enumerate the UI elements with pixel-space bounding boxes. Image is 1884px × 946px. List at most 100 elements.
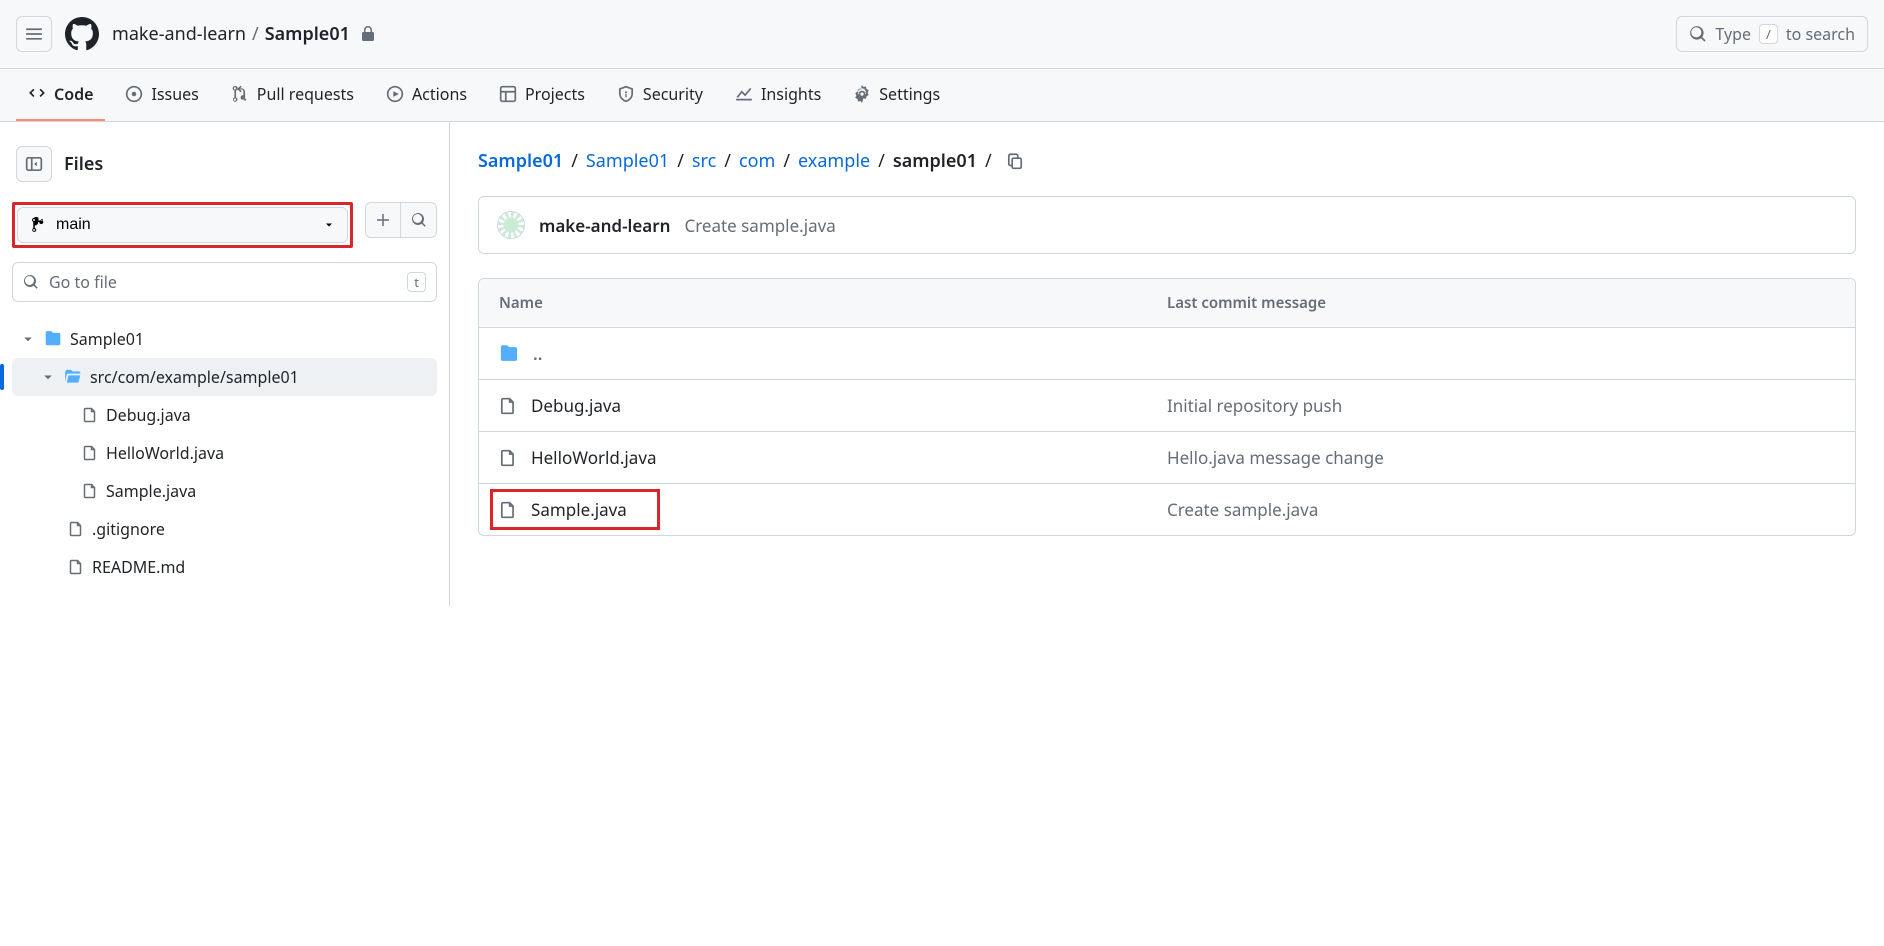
file-icon: [82, 445, 98, 461]
highlighted-file: Sample.java: [490, 489, 660, 530]
file-icon: [68, 559, 84, 575]
crumb-link[interactable]: com: [739, 149, 775, 173]
file-table-header: Name Last commit message: [479, 279, 1855, 328]
add-file-button[interactable]: [365, 202, 401, 238]
go-to-file-kbd: t: [407, 272, 426, 292]
tree-file: Sample.java: [12, 472, 437, 510]
go-to-file-input[interactable]: Go to file t: [12, 262, 437, 302]
tree-folder-path[interactable]: src/com/example/sample01: [12, 358, 437, 396]
branch-highlight: main: [12, 202, 353, 248]
file-link: Debug.java: [531, 394, 621, 417]
repo-nav: Code Issues Pull requests Actions Projec…: [0, 69, 1884, 122]
tab-code-label: Code: [54, 83, 93, 105]
issue-icon: [125, 85, 143, 103]
search-button[interactable]: Type / to search: [1676, 16, 1868, 52]
tab-insights[interactable]: Insights: [723, 69, 833, 121]
tab-pulls[interactable]: Pull requests: [219, 69, 366, 121]
repo-breadcrumb: make-and-learn / Sample01: [112, 22, 376, 46]
hamburger-icon: [25, 25, 43, 43]
commit-msg-cell: Initial repository push: [1167, 394, 1835, 417]
tree-label: Sample01: [70, 328, 144, 350]
repo-link[interactable]: Sample01: [265, 22, 350, 46]
graph-icon: [735, 85, 753, 103]
crumb-link[interactable]: example: [798, 149, 870, 173]
tab-security-label: Security: [643, 83, 703, 105]
tree-file[interactable]: .gitignore: [12, 510, 437, 548]
shield-icon: [617, 85, 635, 103]
branch-icon: [30, 217, 46, 233]
commit-msg-cell: Hello.java message change: [1167, 446, 1835, 469]
search-files-button[interactable]: [401, 202, 437, 238]
col-name: Name: [499, 293, 1167, 313]
pullrequest-icon: [231, 85, 249, 103]
tree-file[interactable]: Debug.java: [12, 396, 437, 434]
commit-message[interactable]: Create sample.java: [684, 214, 835, 237]
tab-issues-label: Issues: [151, 83, 198, 105]
actions-icon: [386, 85, 404, 103]
crumb-current: sample01: [893, 149, 977, 173]
tab-settings-label: Settings: [879, 83, 940, 105]
path-breadcrumb: Sample01/ Sample01/ src/ com/ example/ s…: [478, 146, 1856, 176]
tree-label: src/com/example/sample01: [90, 366, 299, 388]
latest-commit: make-and-learn Create sample.java: [478, 196, 1856, 254]
tab-insights-label: Insights: [761, 83, 821, 105]
tab-security[interactable]: Security: [605, 69, 715, 121]
folder-open-icon: [64, 368, 82, 386]
search-icon: [23, 274, 39, 290]
tab-code[interactable]: Code: [16, 69, 105, 121]
col-msg: Last commit message: [1167, 293, 1835, 313]
tree-file[interactable]: README.md: [12, 548, 437, 586]
file-icon: [82, 483, 98, 499]
commit-author[interactable]: make-and-learn: [539, 214, 670, 237]
projects-icon: [499, 85, 517, 103]
tab-settings[interactable]: Settings: [841, 69, 952, 121]
tab-issues[interactable]: Issues: [113, 69, 210, 121]
file-tree-sidebar: Files main: [0, 122, 450, 606]
tab-actions[interactable]: Actions: [374, 69, 479, 121]
file-icon: [82, 407, 98, 423]
gear-icon: [853, 85, 871, 103]
caret-down-icon: [323, 219, 335, 231]
file-icon: [68, 521, 84, 537]
crumb-link[interactable]: Sample01: [586, 149, 669, 173]
file-icon: [499, 397, 517, 415]
parent-dir-row[interactable]: ..: [479, 328, 1855, 380]
hamburger-button[interactable]: [16, 16, 52, 52]
tree-folder-root[interactable]: Sample01: [12, 320, 437, 358]
chevron-down-icon: [22, 333, 34, 345]
table-row[interactable]: HelloWorld.java Hello.java message chang…: [479, 432, 1855, 484]
search-icon: [1689, 25, 1707, 43]
files-title: Files: [64, 152, 103, 176]
tab-pulls-label: Pull requests: [257, 83, 354, 105]
file-tree: Sample01 src/com/example/sample01 Debug.…: [12, 320, 437, 586]
folder-icon: [499, 344, 519, 364]
tree-label: HelloWorld.java: [106, 442, 224, 464]
crumb-link[interactable]: src: [692, 149, 716, 173]
tree-file[interactable]: HelloWorld.java: [12, 434, 437, 472]
crumb-link[interactable]: Sample01: [478, 149, 563, 173]
breadcrumb-separator: /: [252, 22, 259, 46]
github-mark-icon: [65, 17, 99, 51]
tab-projects[interactable]: Projects: [487, 69, 597, 121]
search-label-prefix: Type: [1715, 23, 1751, 45]
panel-icon: [25, 155, 43, 173]
github-logo[interactable]: [64, 16, 100, 52]
collapse-sidebar-button[interactable]: [16, 146, 52, 182]
files-header: Files: [12, 142, 437, 202]
branch-select[interactable]: main: [17, 207, 348, 243]
search-kbd: /: [1759, 24, 1778, 44]
go-to-file-placeholder: Go to file: [49, 271, 117, 293]
file-table: Name Last commit message .. Debug.java I…: [478, 278, 1856, 536]
file-icon: [499, 501, 517, 519]
owner-link[interactable]: make-and-learn: [112, 22, 246, 46]
table-row[interactable]: Sample.java Create sample.java: [479, 484, 1855, 535]
chevron-down-icon: [42, 371, 54, 383]
copy-icon: [1006, 152, 1024, 170]
avatar[interactable]: [497, 211, 525, 239]
tree-label: Debug.java: [106, 404, 191, 426]
commit-msg-cell: Create sample.java: [1167, 498, 1835, 521]
table-row[interactable]: Debug.java Initial repository push: [479, 380, 1855, 432]
copy-path-button[interactable]: [1000, 146, 1030, 176]
tab-actions-label: Actions: [412, 83, 467, 105]
lock-icon: [360, 26, 376, 42]
